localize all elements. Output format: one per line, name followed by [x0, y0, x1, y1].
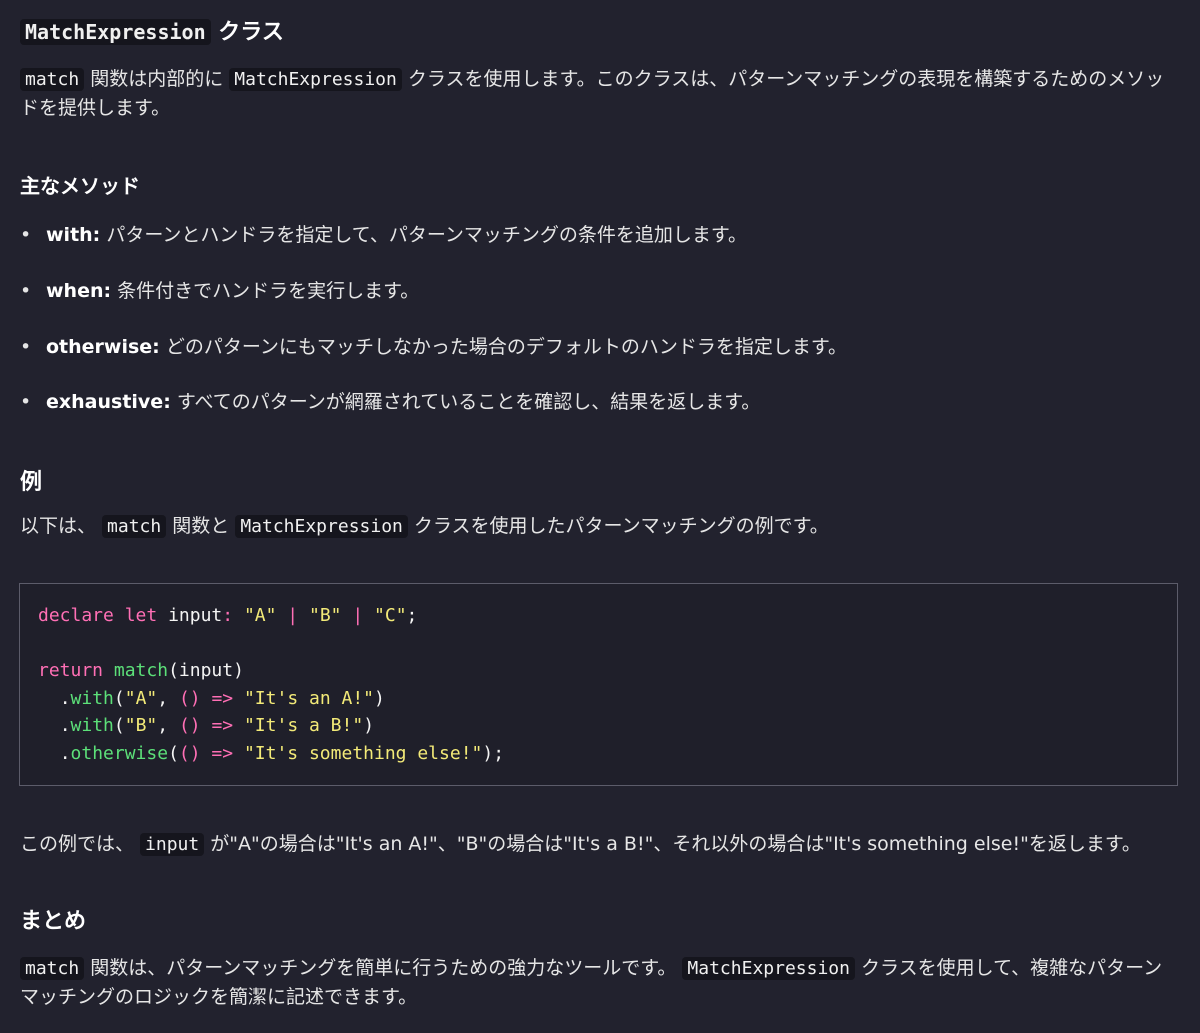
- list-item: • otherwise: どのパターンにもマッチしなかった場合のデフォルトのハンド…: [20, 333, 847, 361]
- list-item: • exhaustive: すべてのパターンが網羅されていることを確認し、結果を返…: [20, 388, 760, 416]
- summary-paragraph: match 関数は、パターンマッチングを簡単に行うための強力なツールです。 Ma…: [20, 954, 1180, 1011]
- code-operator: :: [222, 605, 234, 626]
- document: MatchExpression クラス match 関数は内部的に MatchE…: [0, 0, 1200, 1033]
- section-heading: MatchExpression クラス: [20, 14, 284, 46]
- list-item: • when: 条件付きでハンドラを実行します。: [20, 277, 419, 305]
- method-term: when:: [46, 280, 112, 302]
- example-intro: 以下は、 match 関数と MatchExpression クラスを使用したパ…: [20, 512, 1180, 541]
- bullet-marker: •: [20, 336, 32, 358]
- example-intro-text-3: クラスを使用したパターンマッチングの例です。: [407, 515, 829, 537]
- code-punct: (: [113, 687, 125, 709]
- code-punct: ,: [157, 687, 169, 709]
- code-string: "It's a B!": [243, 715, 364, 736]
- code-keyword: return: [38, 660, 104, 681]
- bullet-marker: •: [20, 224, 32, 246]
- code-punct: ,: [157, 715, 169, 736]
- code-operator: () =>: [178, 742, 234, 764]
- code-keyword: declare: [38, 605, 114, 626]
- code-string: "A": [243, 605, 277, 626]
- intro-paragraph: match 関数は内部的に MatchExpression クラスを使用します。…: [20, 65, 1180, 122]
- heading-suffix: クラス: [210, 20, 284, 45]
- inline-code-input: input: [140, 833, 205, 856]
- code-string: "B": [124, 715, 158, 736]
- code-punct: .: [59, 742, 71, 764]
- methods-heading: 主なメソッド: [20, 174, 140, 198]
- inline-code-matchexpression: MatchExpression: [229, 68, 402, 91]
- method-desc: どのパターンにもマッチしなかった場合のデフォルトのハンドラを指定します。: [159, 336, 847, 358]
- example-heading: 例: [20, 470, 43, 495]
- inline-code-matchexpression: MatchExpression: [682, 957, 855, 980]
- code-operator: () =>: [178, 687, 234, 709]
- summary-text-1: 関数は、パターンマッチングを簡単に行うための強力なツールです。: [84, 957, 683, 979]
- code-operator: () =>: [178, 715, 234, 736]
- code-punct: (: [168, 742, 179, 764]
- inline-code-match: match: [20, 957, 85, 980]
- code-string: "It's an A!": [243, 687, 375, 709]
- method-term: otherwise:: [46, 336, 160, 358]
- bullet-marker: •: [20, 280, 32, 302]
- method-desc: 条件付きでハンドラを実行します。: [111, 280, 420, 302]
- inline-code-match: match: [102, 515, 167, 538]
- code-line: .with("B", () => "It's a B!"): [38, 712, 1177, 740]
- code-string: "A": [124, 687, 158, 709]
- code-string: "B": [308, 605, 342, 626]
- code-operator: |: [352, 605, 364, 626]
- code-function: with: [70, 687, 114, 709]
- code-punct: );: [482, 742, 505, 764]
- method-term: exhaustive:: [46, 391, 171, 413]
- example-intro-text-2: 関数と: [166, 515, 236, 537]
- code-punct: (: [113, 715, 125, 736]
- inline-code-matchexpression: MatchExpression: [235, 515, 408, 538]
- code-function: match: [113, 660, 169, 681]
- heading-code: MatchExpression: [20, 19, 211, 45]
- method-desc: すべてのパターンが網羅されていることを確認し、結果を返します。: [170, 391, 761, 413]
- code-punct: .: [59, 687, 71, 709]
- code-args: (input): [168, 660, 244, 681]
- explain-text-2: が"A"の場合は"It's an A!"、"B"の場合は"It's a B!"、…: [204, 833, 1141, 855]
- list-item: • with: パターンとハンドラを指定して、パターンマッチングの条件を追加します…: [20, 221, 747, 249]
- code-punct: ;: [406, 605, 418, 626]
- intro-text-1: 関数は内部的に: [84, 68, 230, 90]
- bullet-marker: •: [20, 391, 32, 413]
- code-string: "C": [374, 605, 407, 626]
- code-string: "It's something else!": [243, 742, 483, 764]
- code-keyword: let: [124, 605, 158, 626]
- explain-text-1: この例では、: [20, 833, 141, 855]
- inline-code-match: match: [20, 68, 85, 91]
- code-line: .otherwise(() => "It's something else!")…: [38, 740, 1177, 768]
- code-line: declare let input: "A" | "B" | "C";: [38, 602, 1177, 630]
- code-punct: .: [59, 715, 71, 736]
- code-identifier: input: [168, 605, 223, 626]
- code-punct: ): [363, 715, 375, 736]
- code-operator: |: [287, 605, 299, 626]
- method-desc: パターンとハンドラを指定して、パターンマッチングの条件を追加します。: [100, 224, 748, 246]
- example-intro-text-1: 以下は、: [20, 515, 103, 537]
- code-line: .with("A", () => "It's an A!"): [38, 685, 1177, 713]
- code-punct: ): [374, 687, 385, 709]
- summary-heading: まとめ: [20, 909, 87, 934]
- code-function: otherwise: [70, 742, 169, 764]
- example-explanation: この例では、 input が"A"の場合は"It's an A!"、"B"の場合…: [20, 830, 1180, 859]
- code-function: with: [70, 715, 114, 736]
- code-block[interactable]: declare let input: "A" | "B" | "C"; retu…: [19, 583, 1178, 786]
- code-line: return match(input): [38, 657, 1177, 685]
- method-term: with:: [46, 224, 101, 246]
